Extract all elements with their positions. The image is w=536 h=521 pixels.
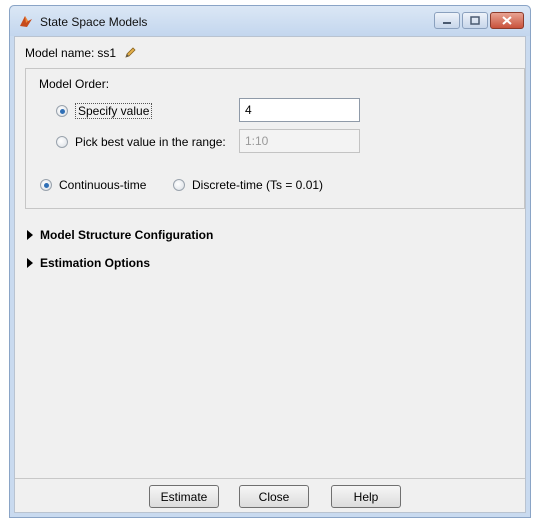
pick-best-label: Pick best value in the range: (75, 135, 226, 149)
range-input: 1:10 (239, 129, 360, 153)
expand-arrow-icon (27, 230, 33, 240)
model-structure-label: Model Structure Configuration (40, 228, 214, 242)
minimize-button[interactable] (434, 12, 460, 29)
specify-value-label: Specify value (75, 103, 153, 119)
maximize-icon (470, 16, 480, 25)
specify-value-radio[interactable] (56, 105, 68, 117)
model-name-value: ss1 (97, 46, 117, 60)
window-controls (434, 12, 524, 29)
specify-value-option[interactable]: Specify value (56, 103, 153, 119)
pick-best-option[interactable]: Pick best value in the range: (56, 135, 226, 149)
window-title: State Space Models (40, 15, 148, 29)
estimate-button[interactable]: Estimate (149, 485, 219, 508)
discrete-time-option[interactable]: Discrete-time (Ts = 0.01) (173, 178, 323, 192)
help-button[interactable]: Help (331, 485, 401, 508)
model-structure-expander[interactable]: Model Structure Configuration (27, 228, 213, 242)
close-icon (502, 16, 512, 25)
discrete-time-label: Discrete-time (Ts = 0.01) (192, 178, 324, 192)
maximize-button[interactable] (462, 12, 488, 29)
model-order-label: Model Order: (39, 77, 110, 91)
estimation-options-label: Estimation Options (40, 256, 151, 270)
pencil-icon[interactable] (123, 46, 137, 60)
dialog-body: Model name: ss1 Model Order: Specify val… (14, 36, 526, 513)
discrete-time-radio[interactable] (173, 179, 185, 191)
specify-value-input[interactable]: 4 (239, 98, 360, 122)
title-bar[interactable]: State Space Models (10, 6, 530, 36)
pick-best-radio[interactable] (56, 136, 68, 148)
minimize-icon (443, 21, 451, 24)
estimation-options-expander[interactable]: Estimation Options (27, 256, 150, 270)
model-name-label: Model name: (25, 46, 95, 60)
model-name-row: Model name: ss1 (25, 46, 137, 60)
close-button[interactable]: Close (239, 485, 309, 508)
close-window-button[interactable] (490, 12, 524, 29)
model-order-panel: Model Order: Specify value 4 Pick best v… (25, 68, 525, 209)
continuous-time-radio[interactable] (40, 179, 52, 191)
matlab-logo-icon (20, 16, 32, 27)
continuous-time-label: Continuous-time (59, 178, 147, 192)
expand-arrow-icon (27, 258, 33, 268)
continuous-time-option[interactable]: Continuous-time (40, 178, 146, 192)
state-space-models-window: State Space Models Model name: ss1 Model… (9, 5, 531, 518)
button-bar: Estimate Close Help (15, 478, 525, 512)
